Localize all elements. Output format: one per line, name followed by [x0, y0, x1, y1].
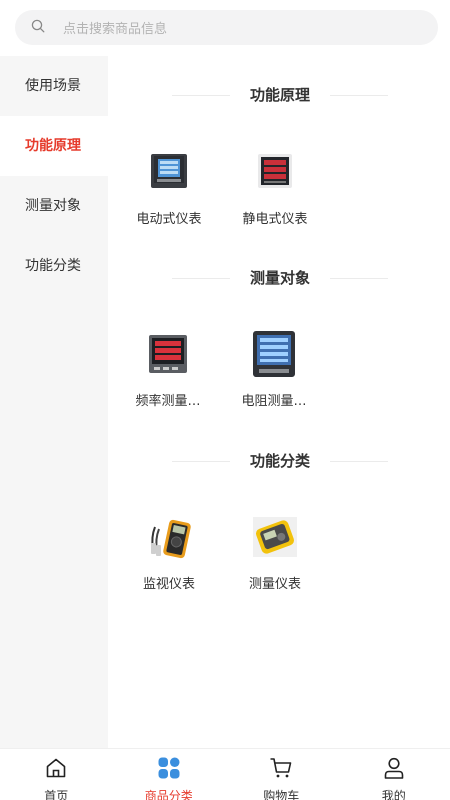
search-bar-area: 点击搜索商品信息 [0, 0, 450, 56]
divider [330, 461, 388, 462]
cart-icon [269, 756, 293, 784]
tab-home[interactable]: 首页 [0, 749, 113, 800]
category-icon [157, 756, 181, 784]
sidebar-item-measurement-object[interactable]: 测量对象 [0, 176, 108, 236]
section-title: 测量对象 [249, 269, 310, 287]
search-placeholder: 点击搜索商品信息 [63, 22, 168, 37]
user-icon [382, 756, 406, 784]
tab-label: 我的 [381, 789, 406, 800]
sidebar-item-label: 使用场景 [25, 78, 81, 94]
product-item-electrodynamic-meter[interactable]: 电动式仪表 [129, 144, 209, 227]
product-item-resistance-meter[interactable]: 电阻测量… [234, 326, 314, 409]
bottom-tab-bar: 首页 商品分类 购物车 我的 [0, 748, 450, 800]
tab-label: 商品分类 [144, 789, 193, 800]
sidebar-item-function-category[interactable]: 功能分类 [0, 236, 108, 296]
category-page: 点击搜索商品信息 使用场景 功能原理 测量对象 功能分类 功能原理 电动式仪表 … [0, 0, 450, 800]
sidebar-item-usage-scenario[interactable]: 使用场景 [0, 56, 108, 116]
product-name: 频率测量… [135, 394, 201, 409]
tab-label: 首页 [44, 789, 69, 800]
divider [172, 95, 230, 96]
insulation-tester-icon [247, 509, 303, 565]
tab-cart[interactable]: 购物车 [225, 749, 338, 800]
tab-category[interactable]: 商品分类 [113, 749, 226, 800]
section-title: 功能原理 [249, 86, 310, 104]
product-name: 电动式仪表 [136, 212, 202, 227]
product-item-monitoring-meter[interactable]: 监视仪表 [129, 509, 209, 592]
section-title: 功能分类 [249, 452, 310, 470]
product-name: 电阻测量… [241, 394, 307, 409]
search-icon [31, 18, 45, 37]
section-header: 功能分类 [108, 449, 450, 473]
sidebar-item-function-principle[interactable]: 功能原理 [0, 116, 108, 176]
panel-meter-red-icon [247, 144, 303, 200]
search-input[interactable]: 点击搜索商品信息 [15, 10, 438, 45]
category-sidebar: 使用场景 功能原理 测量对象 功能分类 [0, 56, 108, 748]
panel-meter-blue-screen-icon [246, 326, 302, 382]
product-name: 静电式仪表 [242, 212, 308, 227]
handheld-multimeter-icon [141, 509, 197, 565]
panel-meter-red-digits-icon [140, 326, 196, 382]
sidebar-item-label: 测量对象 [25, 198, 81, 214]
product-name: 监视仪表 [142, 577, 195, 592]
section-header: 功能原理 [108, 83, 450, 107]
product-item-measuring-meter[interactable]: 测量仪表 [235, 509, 315, 592]
tab-label: 购物车 [263, 789, 300, 800]
section-header: 测量对象 [108, 266, 450, 290]
divider [172, 278, 230, 279]
sidebar-item-label: 功能原理 [25, 138, 81, 154]
divider [172, 461, 230, 462]
product-item-frequency-meter[interactable]: 频率测量… [128, 326, 208, 409]
category-content: 功能原理 电动式仪表 静电式仪表 测量对象 频率测量… 电阻测量… 功能分类 监… [108, 56, 450, 748]
sidebar-item-label: 功能分类 [25, 258, 81, 274]
divider [330, 95, 388, 96]
divider [330, 278, 388, 279]
product-item-electrostatic-meter[interactable]: 静电式仪表 [235, 144, 315, 227]
tab-mine[interactable]: 我的 [338, 749, 450, 800]
panel-meter-blue-icon [141, 144, 197, 200]
product-name: 测量仪表 [248, 577, 301, 592]
home-icon [44, 756, 68, 784]
